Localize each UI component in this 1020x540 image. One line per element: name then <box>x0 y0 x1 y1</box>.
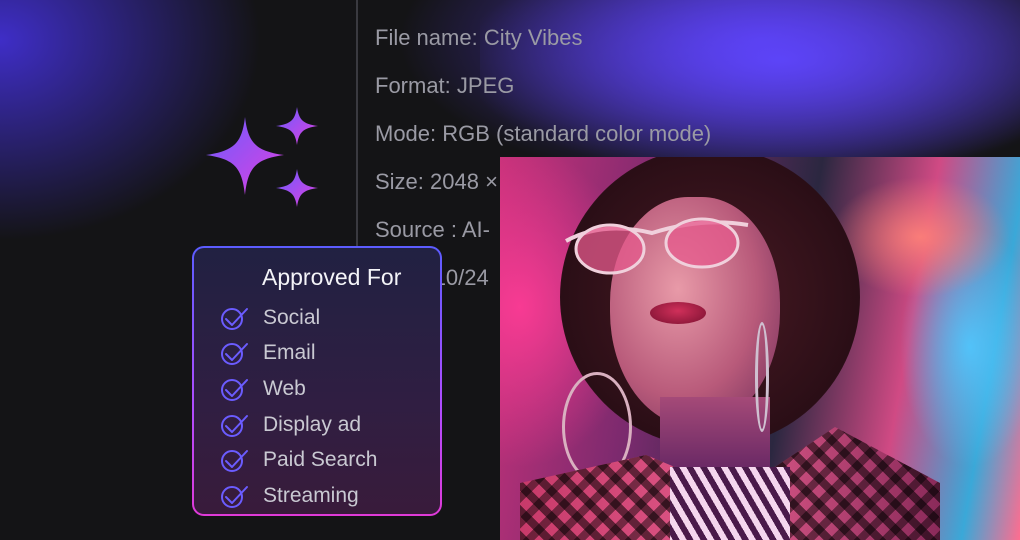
photo-lips <box>650 302 706 324</box>
meta-file-name: File name: City Vibes <box>375 25 583 50</box>
channel-label: Display ad <box>263 412 362 436</box>
sparkle-icon <box>206 107 318 207</box>
list-item: Display ad <box>220 407 377 443</box>
channel-label: Email <box>263 341 316 365</box>
check-circle-icon <box>221 343 248 366</box>
check-circle-icon <box>221 414 248 437</box>
divider-line <box>356 0 358 250</box>
sunglasses <box>565 217 749 275</box>
check-circle-icon <box>221 450 248 473</box>
check-circle-icon <box>221 485 248 508</box>
approved-for-title: Approved For <box>262 264 402 290</box>
list-item: Social <box>220 300 377 336</box>
list-item: Email <box>220 336 377 372</box>
stage: File name: City Vibes Format: JPEG Mode:… <box>0 0 1020 540</box>
channel-label: Social <box>263 305 321 329</box>
list-item: Web <box>220 371 377 407</box>
meta-format: Format: JPEG <box>375 73 515 98</box>
meta-mode: Mode: RGB (standard color mode) <box>375 121 712 146</box>
channel-label: Web <box>263 376 306 400</box>
portrait-photo <box>500 157 1020 540</box>
check-circle-icon <box>221 378 248 401</box>
list-item: Paid Search <box>220 442 377 478</box>
list-item: Streaming <box>220 478 377 514</box>
approved-channel-list: Social Email Web Display ad Paid Search … <box>220 300 377 514</box>
channel-label: Streaming <box>263 483 359 507</box>
photo-shirt <box>670 467 790 540</box>
channel-label: Paid Search <box>263 448 378 472</box>
check-circle-icon <box>221 307 248 330</box>
photo-earring-right <box>755 322 769 432</box>
approved-for-card: Approved For Social Email Web Display ad… <box>192 246 442 516</box>
